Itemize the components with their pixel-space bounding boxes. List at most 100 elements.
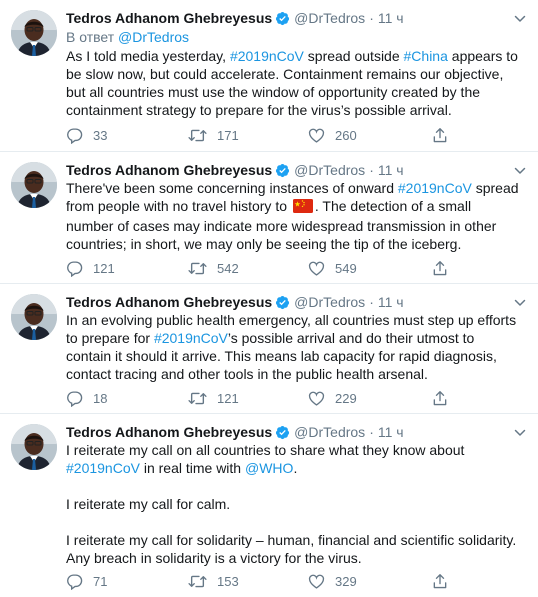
tweet[interactable]: Tedros Adhanom Ghebreyesus @DrTedros · 11 ч… xyxy=(0,284,538,414)
share-button[interactable] xyxy=(432,571,458,591)
tweet-text-segment: As I told media yesterday, xyxy=(66,48,230,64)
tweet[interactable]: Tedros Adhanom Ghebreyesus @DrTedros · 11 ч… xyxy=(0,152,538,284)
tweet[interactable]: Tedros Adhanom Ghebreyesus @DrTedros · 11 ч… xyxy=(0,0,538,152)
like-button[interactable]: 229 xyxy=(308,388,357,408)
separator-dot: · xyxy=(369,10,374,26)
share-icon xyxy=(432,390,458,407)
retweet-icon xyxy=(188,260,217,277)
tweet-text: There've been some concerning instances … xyxy=(66,179,522,253)
author-handle[interactable]: @DrTedros xyxy=(294,10,365,26)
retweet-button[interactable]: 121 xyxy=(188,388,239,408)
tweet-actions: 71 153 329 xyxy=(66,571,486,591)
like-icon xyxy=(308,390,335,407)
hashtag-link[interactable]: #2019nCoV xyxy=(154,330,228,346)
like-button[interactable]: 260 xyxy=(308,125,357,145)
retweet-count: 121 xyxy=(217,390,239,406)
like-button[interactable]: 549 xyxy=(308,258,357,278)
retweet-button[interactable]: 542 xyxy=(188,258,239,278)
separator-dot: · xyxy=(369,162,374,178)
tweet-header: Tedros Adhanom Ghebreyesus @DrTedros · 11 ч xyxy=(66,293,518,311)
tweet-timestamp[interactable]: 11 ч xyxy=(378,10,404,26)
like-count: 549 xyxy=(335,260,357,276)
reply-context: В ответ @DrTedros xyxy=(66,29,189,45)
avatar[interactable] xyxy=(11,162,57,208)
verified-badge-icon xyxy=(275,11,290,30)
tweet-text: I reiterate my call on all countries to … xyxy=(66,441,522,567)
retweet-icon xyxy=(188,573,217,590)
like-count: 260 xyxy=(335,127,357,143)
separator-dot: · xyxy=(369,294,374,310)
like-count: 229 xyxy=(335,390,357,406)
share-icon xyxy=(432,260,458,277)
reply-button[interactable]: 33 xyxy=(66,125,107,145)
china-flag-icon xyxy=(292,199,313,217)
reply-icon xyxy=(66,260,93,277)
tweet-timestamp[interactable]: 11 ч xyxy=(378,424,404,440)
hashtag-link[interactable]: #China xyxy=(404,48,448,64)
retweet-icon xyxy=(188,390,217,407)
share-icon xyxy=(432,127,458,144)
reply-count: 18 xyxy=(93,390,108,406)
share-button[interactable] xyxy=(432,388,458,408)
tweet-actions: 33 171 260 xyxy=(66,125,486,145)
reply-button[interactable]: 71 xyxy=(66,571,107,591)
tweet-text-segment: spread outside xyxy=(303,48,404,64)
tweet-text-segment: I reiterate my call on all countries to … xyxy=(66,442,465,458)
tweet-timestamp[interactable]: 11 ч xyxy=(378,162,404,178)
reply-to-link[interactable]: @DrTedros xyxy=(118,29,189,45)
tweet-feed: Tedros Adhanom Ghebreyesus @DrTedros · 11 ч… xyxy=(0,0,538,597)
chevron-down-icon[interactable] xyxy=(514,426,526,438)
tweet-text-segment: There've been some concerning instances … xyxy=(66,180,398,196)
reply-icon xyxy=(66,127,93,144)
author-handle[interactable]: @DrTedros xyxy=(294,162,365,178)
tweet-header: Tedros Adhanom Ghebreyesus @DrTedros · 11 ч xyxy=(66,161,518,179)
avatar[interactable] xyxy=(11,424,57,470)
retweet-count: 542 xyxy=(217,260,239,276)
author-name[interactable]: Tedros Adhanom Ghebreyesus xyxy=(66,294,272,310)
author-handle[interactable]: @DrTedros xyxy=(294,424,365,440)
reply-count: 121 xyxy=(93,260,115,276)
share-icon xyxy=(432,573,458,590)
hashtag-link[interactable]: #2019nCoV xyxy=(66,460,140,476)
tweet-text: In an evolving public health emergency, … xyxy=(66,311,522,383)
chevron-down-icon[interactable] xyxy=(514,296,526,308)
tweet[interactable]: Tedros Adhanom Ghebreyesus @DrTedros · 11 ч… xyxy=(0,414,538,597)
like-icon xyxy=(308,127,335,144)
reply-icon xyxy=(66,573,93,590)
tweet-timestamp[interactable]: 11 ч xyxy=(378,294,404,310)
tweet-header: Tedros Adhanom Ghebreyesus @DrTedros · 11 ч xyxy=(66,423,518,441)
hashtag-link[interactable]: #2019nCoV xyxy=(398,180,472,196)
retweet-icon xyxy=(188,127,217,144)
reply-button[interactable]: 121 xyxy=(66,258,115,278)
like-icon xyxy=(308,260,335,277)
like-icon xyxy=(308,573,335,590)
tweet-text: As I told media yesterday, #2019nCoV spr… xyxy=(66,47,522,119)
retweet-count: 153 xyxy=(217,573,239,589)
share-button[interactable] xyxy=(432,125,458,145)
author-name[interactable]: Tedros Adhanom Ghebreyesus xyxy=(66,10,272,26)
chevron-down-icon[interactable] xyxy=(514,12,526,24)
tweet-text-segment: in real time with xyxy=(139,460,245,476)
share-button[interactable] xyxy=(432,258,458,278)
separator-dot: · xyxy=(369,424,374,440)
like-button[interactable]: 329 xyxy=(308,571,357,591)
avatar[interactable] xyxy=(11,10,57,56)
hashtag-link[interactable]: #2019nCoV xyxy=(230,48,304,64)
tweet-header: Tedros Adhanom Ghebreyesus @DrTedros · 11 ч xyxy=(66,9,518,27)
reply-icon xyxy=(66,390,93,407)
avatar[interactable] xyxy=(11,294,57,340)
mention-link[interactable]: @WHO xyxy=(245,460,293,476)
reply-button[interactable]: 18 xyxy=(66,388,107,408)
reply-count: 71 xyxy=(93,573,108,589)
author-name[interactable]: Tedros Adhanom Ghebreyesus xyxy=(66,162,272,178)
reply-prefix: В ответ xyxy=(66,29,115,45)
tweet-actions: 121 542 549 xyxy=(66,258,486,278)
retweet-count: 171 xyxy=(217,127,239,143)
like-count: 329 xyxy=(335,573,357,589)
retweet-button[interactable]: 153 xyxy=(188,571,239,591)
chevron-down-icon[interactable] xyxy=(514,164,526,176)
author-handle[interactable]: @DrTedros xyxy=(294,294,365,310)
author-name[interactable]: Tedros Adhanom Ghebreyesus xyxy=(66,424,272,440)
reply-count: 33 xyxy=(93,127,108,143)
retweet-button[interactable]: 171 xyxy=(188,125,239,145)
